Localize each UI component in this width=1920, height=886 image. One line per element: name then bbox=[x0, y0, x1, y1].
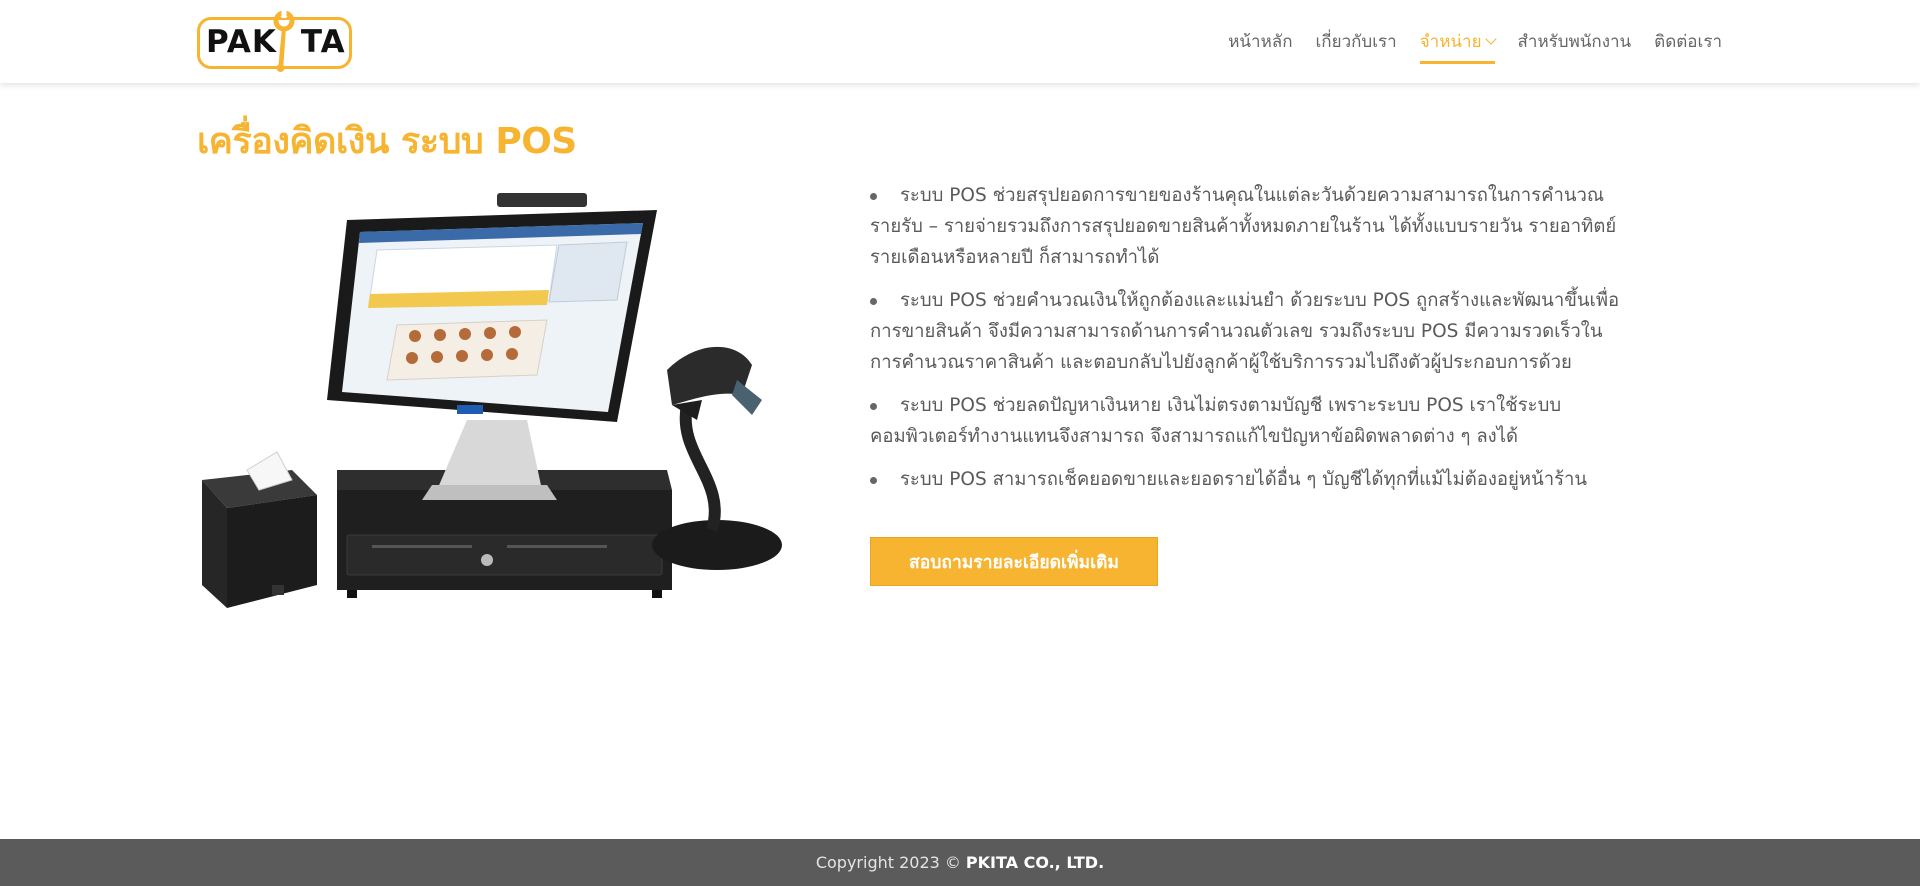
nav-item-staff[interactable]: สำหรับพนักงาน bbox=[1518, 28, 1632, 54]
site-header: PAK TA หน้าหลัก เกี่ยวกับเรา จำหน่าย สำหร… bbox=[0, 0, 1920, 83]
list-item: ระบบ POS สามารถเช็คยอดขายและยอดรายได้อื่… bbox=[870, 464, 1630, 495]
site-logo[interactable]: PAK TA bbox=[197, 10, 352, 72]
page-title: เครื่องคิดเงิน ระบบ POS bbox=[197, 121, 577, 162]
list-item: ระบบ POS ช่วยสรุปยอดการขายของร้านคุณในแต… bbox=[870, 180, 1630, 273]
site-footer: Copyright 2023 © PKITA CO., LTD. bbox=[0, 839, 1920, 886]
nav-item-products[interactable]: จำหน่าย bbox=[1419, 28, 1497, 64]
main-nav: หน้าหลัก เกี่ยวกับเรา จำหน่าย สำหรับพนัก… bbox=[1205, 28, 1722, 64]
chevron-down-icon bbox=[1484, 32, 1497, 45]
nav-item-about[interactable]: เกี่ยวกับเรา bbox=[1316, 28, 1397, 54]
feature-list: ระบบ POS ช่วยสรุปยอดการขายของร้านคุณในแต… bbox=[870, 180, 1630, 507]
list-item: ระบบ POS ช่วยลดปัญหาเงินหาย เงินไม่ตรงตา… bbox=[870, 390, 1630, 452]
wrench-icon bbox=[273, 10, 295, 72]
company-name: PKITA CO., LTD. bbox=[965, 853, 1105, 872]
nav-item-contact[interactable]: ติดต่อเรา bbox=[1654, 28, 1722, 54]
list-item: ระบบ POS ช่วยคำนวณเงินให้ถูกต้องและแม่นย… bbox=[870, 285, 1630, 378]
nav-item-home[interactable]: หน้าหลัก bbox=[1228, 28, 1292, 54]
pos-system-image bbox=[202, 193, 782, 608]
copyright-text: Copyright 2023 © bbox=[815, 853, 961, 872]
inquire-more-button[interactable]: สอบถามรายละเอียดเพิ่มเติม bbox=[870, 537, 1158, 586]
